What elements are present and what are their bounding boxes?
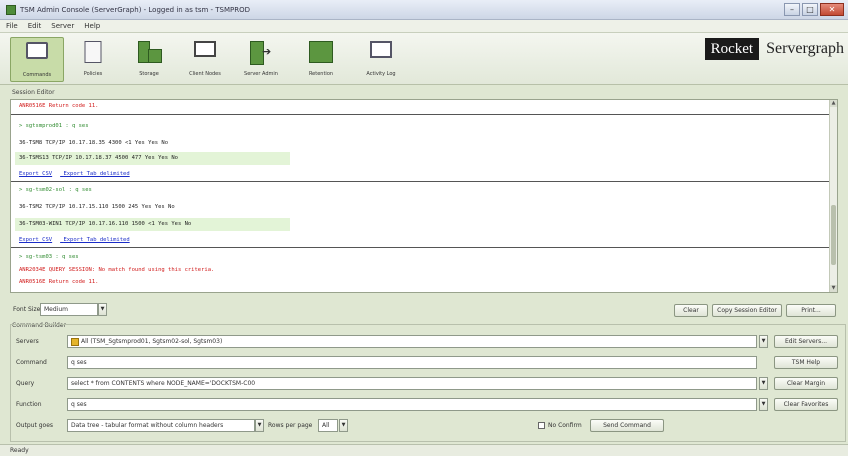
storage-icon: [138, 41, 162, 63]
computer-icon: [26, 42, 48, 59]
servers-icon: [309, 41, 333, 63]
session-editor-label: Session Editor: [12, 89, 55, 96]
session-line: 36-TSMS13 TCP/IP 10.17.18.37 4500 477 Ye…: [19, 155, 178, 161]
command-label: Command: [16, 359, 47, 366]
toolbar-label: Activity Log: [366, 71, 396, 77]
session-line: ANR0516E Return code 11.: [19, 103, 99, 109]
status-text: Ready: [10, 447, 29, 454]
query-input[interactable]: select * from CONTENTS where NODE_NAME='…: [67, 377, 757, 390]
export-tab-link[interactable]: Export Tab delimited: [63, 237, 129, 243]
toolbar-client-nodes[interactable]: Client Nodes: [178, 37, 232, 82]
font-size-label: Font Size: [13, 306, 41, 313]
function-input[interactable]: q ses: [67, 398, 757, 411]
divider: [11, 247, 831, 248]
close-button[interactable]: ✕: [820, 3, 844, 16]
no-confirm-label: No Confirm: [548, 422, 582, 429]
servers-select[interactable]: All (TSM_Sgtsmprod01, Sgtsm02-sol, Sgtsm…: [67, 335, 757, 348]
query-label: Query: [16, 380, 35, 387]
chevron-down-icon[interactable]: ▼: [255, 419, 264, 432]
toolbar-label: Server Admin: [244, 71, 278, 77]
no-confirm-checkbox[interactable]: [538, 422, 545, 429]
session-line: 36-TSM03-WIN1 TCP/IP 10.17.16.110 1500 <…: [19, 221, 192, 227]
rows-per-page-label: Rows per page: [268, 422, 313, 429]
tsm-help-button[interactable]: TSM Help: [774, 356, 838, 369]
toolbar-label: Commands: [22, 72, 52, 78]
print-button[interactable]: Print...: [786, 304, 836, 317]
session-line: > sgtsmprod01 : q ses: [19, 123, 89, 129]
chevron-down-icon[interactable]: ▼: [98, 303, 107, 316]
toolbar-label: Policies: [83, 71, 103, 77]
folder-icon: [71, 337, 79, 346]
toolbar-label: Retention: [308, 71, 334, 77]
menu-bar: File Edit Server Help: [0, 20, 848, 33]
window-controls: – □ ✕: [784, 3, 844, 16]
servers-value: All (TSM_Sgtsmprod01, Sgtsm02-sol, Sgtsm…: [81, 338, 223, 345]
session-line: ANR0516E Return code 11.: [19, 279, 99, 285]
chart-icon: [370, 41, 392, 58]
chevron-down-icon[interactable]: ▼: [759, 335, 768, 348]
status-bar: Ready: [0, 444, 848, 456]
session-line: 36-TSM8 TCP/IP 10.17.18.35 4300 <1 Yes Y…: [19, 140, 169, 146]
copy-session-editor-button[interactable]: Copy Session Editor: [712, 304, 782, 317]
font-size-select[interactable]: Medium: [40, 303, 98, 316]
export-csv-link[interactable]: Export CSV: [19, 171, 52, 177]
toolbar-policies[interactable]: Policies: [66, 37, 120, 82]
function-label: Function: [16, 401, 42, 408]
scroll-down-icon[interactable]: ▼: [830, 285, 837, 292]
divider: [11, 114, 831, 115]
toolbar-server-admin[interactable]: Server Admin: [234, 37, 288, 82]
brand-product: Servergraph: [766, 40, 844, 57]
chevron-down-icon[interactable]: ▼: [759, 398, 768, 411]
output-label: Output goes: [16, 422, 54, 429]
export-csv-link[interactable]: Export CSV: [19, 237, 52, 243]
send-command-button[interactable]: Send Command: [590, 419, 664, 432]
arrow-box-icon: [250, 41, 272, 65]
command-input[interactable]: q ses: [67, 356, 757, 369]
chevron-down-icon[interactable]: ▼: [339, 419, 348, 432]
session-line: > sg-tsm03 : q ses: [19, 254, 79, 260]
maximize-button[interactable]: □: [802, 3, 818, 16]
document-icon: [84, 41, 102, 63]
window-title: TSM Admin Console (ServerGraph) - Logged…: [20, 5, 251, 14]
clear-button[interactable]: Clear: [674, 304, 708, 317]
toolbar-storage[interactable]: Storage: [122, 37, 176, 82]
edit-servers-button[interactable]: Edit Servers...: [774, 335, 838, 348]
export-tab-link[interactable]: Export Tab delimited: [63, 171, 129, 177]
rows-per-page-select[interactable]: All: [318, 419, 338, 432]
output-select[interactable]: Data tree - tabular format without colum…: [67, 419, 255, 432]
toolbar-retention[interactable]: Retention: [294, 37, 348, 82]
toolbar-label: Storage: [139, 71, 159, 77]
servers-label: Servers: [16, 338, 39, 345]
minimize-button[interactable]: –: [784, 3, 800, 16]
brand-logo: Rocket Servergraph: [704, 38, 848, 60]
main-toolbar: Commands Policies Storage Client Nodes S…: [0, 33, 848, 85]
clear-favorites-button[interactable]: Clear Favorites: [774, 398, 838, 411]
scroll-thumb[interactable]: [831, 205, 836, 265]
menu-edit[interactable]: Edit: [28, 22, 42, 30]
chevron-down-icon[interactable]: ▼: [759, 377, 768, 390]
scroll-up-icon[interactable]: ▲: [830, 100, 837, 107]
toolbar-label: Client Nodes: [189, 71, 221, 77]
menu-help[interactable]: Help: [84, 22, 100, 30]
app-icon: [6, 4, 16, 15]
export-links: Export CSV Export Tab delimited: [19, 171, 138, 177]
session-line: 36-TSM2 TCP/IP 10.17.15.110 1500 245 Yes…: [19, 204, 175, 210]
clear-margin-button[interactable]: Clear Margin: [774, 377, 838, 390]
toolbar-commands[interactable]: Commands: [10, 37, 64, 82]
export-links: Export CSV Export Tab delimited: [19, 237, 138, 243]
menu-server[interactable]: Server: [51, 22, 74, 30]
session-line: ANR2034E QUERY SESSION: No match found u…: [19, 267, 215, 273]
brand-rocket: Rocket: [704, 38, 760, 60]
toolbar-activity-log[interactable]: Activity Log: [354, 37, 408, 82]
divider: [11, 181, 831, 182]
session-scrollbar[interactable]: ▲ ▼: [829, 100, 837, 292]
title-bar: TSM Admin Console (ServerGraph) - Logged…: [0, 0, 848, 20]
session-editor[interactable]: ANR0516E Return code 11. > sgtsmprod01 :…: [10, 99, 838, 293]
menu-file[interactable]: File: [6, 22, 18, 30]
monitor-icon: [194, 41, 216, 57]
session-line: > sg-tsm02-sol : q ses: [19, 187, 92, 193]
